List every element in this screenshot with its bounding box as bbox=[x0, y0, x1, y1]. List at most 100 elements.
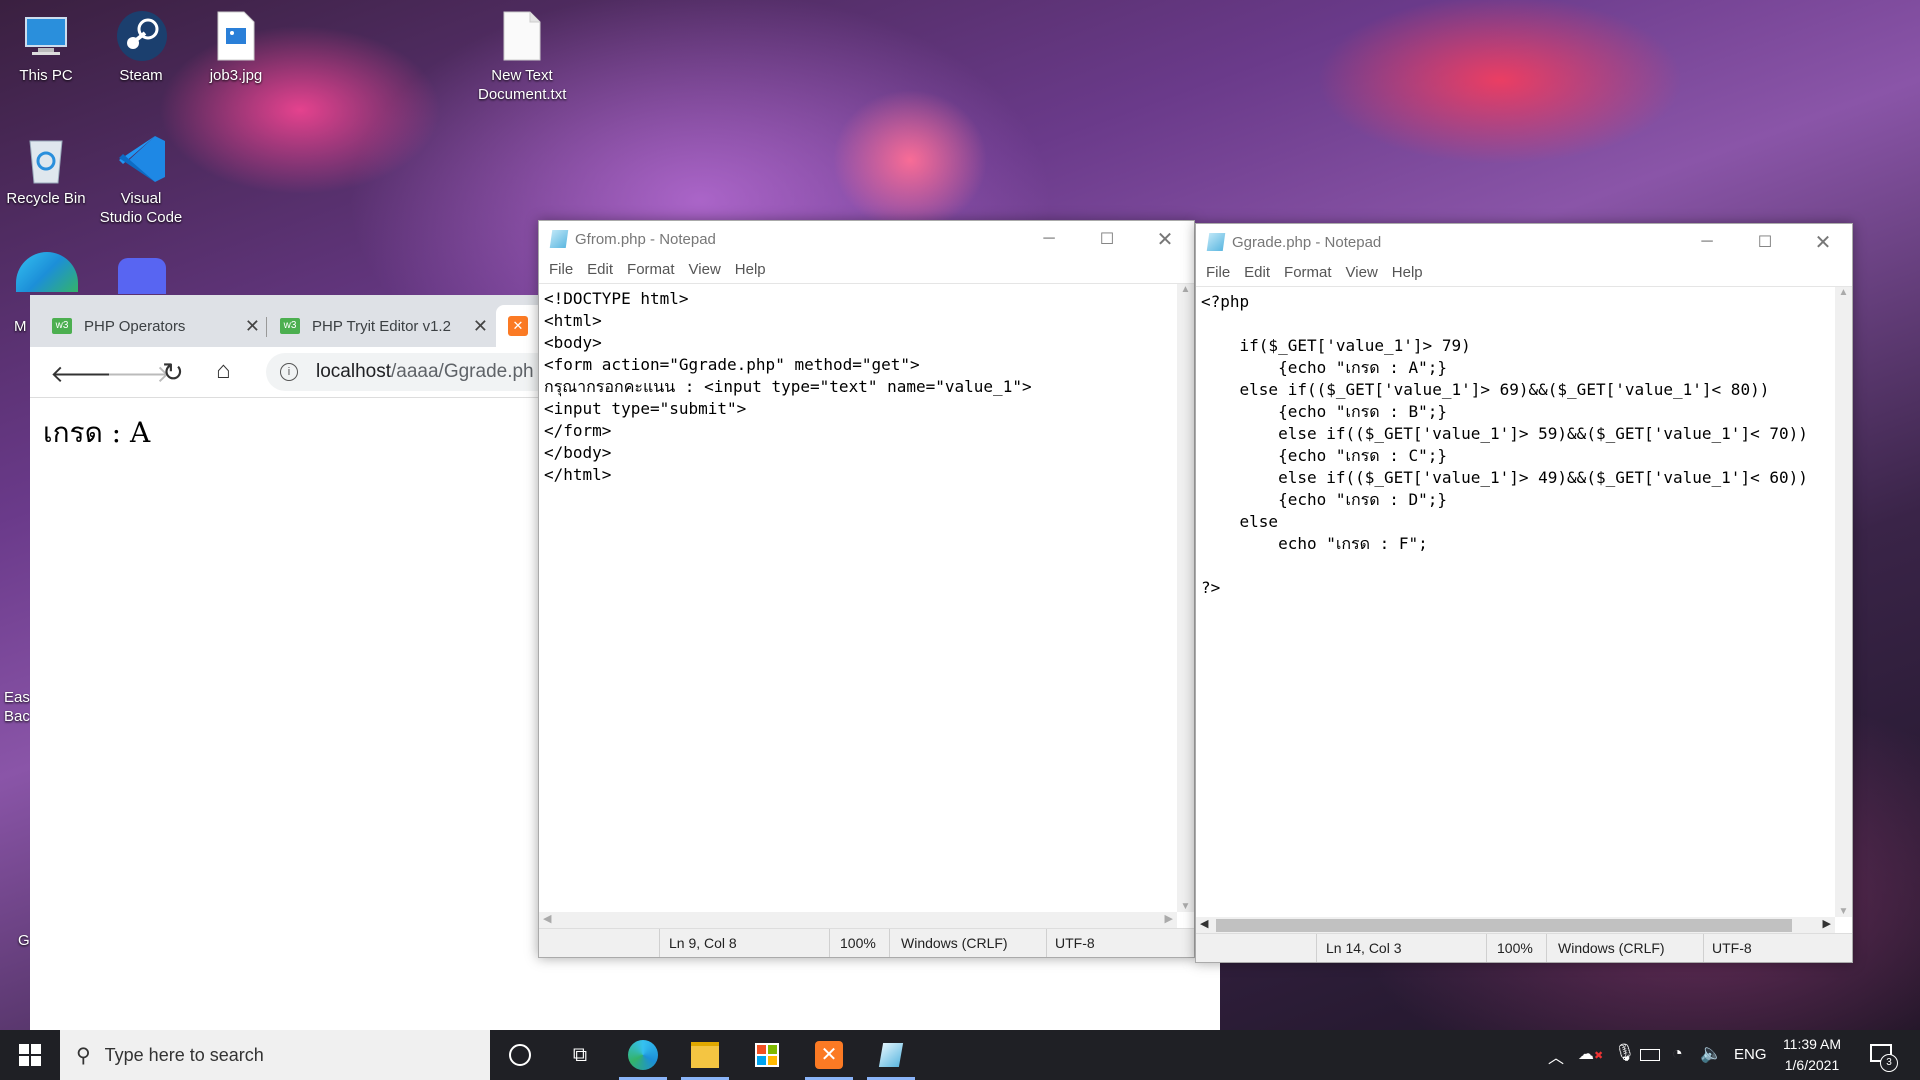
close-button[interactable]: ✕ bbox=[1794, 224, 1852, 260]
taskbar-search-box[interactable]: ⚲ Type here to search bbox=[60, 1030, 490, 1080]
desktop-icon-steam[interactable]: Steam bbox=[98, 10, 184, 85]
icon-label: Steam bbox=[119, 67, 163, 84]
menu-view[interactable]: View bbox=[1346, 264, 1378, 281]
folder-icon bbox=[691, 1042, 719, 1068]
start-button[interactable] bbox=[0, 1030, 60, 1080]
notification-center-button[interactable]: 3 bbox=[1864, 1030, 1920, 1080]
info-icon[interactable]: i bbox=[280, 363, 298, 381]
steam-icon bbox=[115, 10, 167, 62]
tab-php-tryit-editor[interactable]: w3 PHP Tryit Editor v1.2 ✕ bbox=[268, 305, 494, 347]
minimize-button[interactable]: ─ bbox=[1678, 224, 1736, 260]
windows-logo-icon bbox=[19, 1044, 41, 1066]
taskbar-xampp[interactable]: ✕ bbox=[799, 1030, 859, 1080]
close-icon[interactable]: ✕ bbox=[245, 316, 260, 337]
desktop-icon-job3[interactable]: job3.jpg bbox=[193, 10, 279, 85]
text-file-icon bbox=[496, 10, 548, 62]
partial-label: Ease Bac bbox=[4, 689, 39, 725]
horizontal-scroll-thumb[interactable] bbox=[1216, 919, 1792, 932]
menu-help[interactable]: Help bbox=[1392, 264, 1423, 281]
icon-label: New Text Document.txt bbox=[478, 67, 567, 103]
zoom-level: 100% bbox=[840, 935, 876, 951]
status-bar: Ln 14, Col 3 100% Windows (CRLF) UTF-8 bbox=[1196, 933, 1852, 962]
desktop-icon-discord-partial[interactable] bbox=[118, 258, 166, 294]
menu-format[interactable]: Format bbox=[627, 261, 675, 278]
battery-icon[interactable] bbox=[1640, 1049, 1660, 1061]
maximize-button[interactable]: ☐ bbox=[1078, 221, 1136, 257]
taskbar: ⚲ Type here to search ⧉ ✕ ︿ ☁✖ 🎙 ◔ 🔈 ENG… bbox=[0, 1030, 1920, 1080]
code-content[interactable]: <?php if($_GET['value_1']> 79) {echo "เก… bbox=[1196, 287, 1835, 921]
line-ending: Windows (CRLF) bbox=[901, 935, 1008, 951]
tab-label: PHP Tryit Editor v1.2 bbox=[312, 317, 451, 335]
text-editor[interactable]: <!DOCTYPE html> <html> <body> <form acti… bbox=[539, 283, 1194, 912]
cortana-button[interactable] bbox=[490, 1030, 550, 1080]
notepad-icon bbox=[1206, 233, 1226, 251]
onedrive-error-icon[interactable]: ☁✖ bbox=[1578, 1044, 1603, 1064]
clock-time: 11:39 AM bbox=[1782, 1036, 1842, 1052]
chevron-up-icon[interactable]: ▲ bbox=[1835, 287, 1852, 298]
forward-arrow-icon[interactable]: 🡒 bbox=[106, 359, 170, 389]
taskbar-store[interactable] bbox=[737, 1030, 797, 1080]
taskbar-edge[interactable] bbox=[613, 1030, 673, 1080]
menu-format[interactable]: Format bbox=[1284, 264, 1332, 281]
task-view-icon: ⧉ bbox=[572, 1043, 588, 1066]
menu-view[interactable]: View bbox=[689, 261, 721, 278]
desktop-icon-this-pc[interactable]: This PC bbox=[3, 10, 89, 85]
volume-icon[interactable]: 🔈 bbox=[1700, 1043, 1722, 1064]
line-ending: Windows (CRLF) bbox=[1558, 940, 1665, 956]
w3schools-icon: w3 bbox=[52, 318, 72, 334]
cursor-position: Ln 14, Col 3 bbox=[1326, 940, 1402, 956]
chevron-up-icon[interactable]: ▲ bbox=[1177, 284, 1194, 295]
task-view-button[interactable]: ⧉ bbox=[550, 1030, 610, 1080]
menu-edit[interactable]: Edit bbox=[1244, 264, 1270, 281]
chevron-left-icon[interactable]: ◀ bbox=[1200, 917, 1208, 930]
close-icon[interactable]: ✕ bbox=[473, 316, 488, 337]
search-placeholder: Type here to search bbox=[104, 1044, 264, 1065]
menu-file[interactable]: File bbox=[1206, 264, 1230, 281]
store-bag-icon bbox=[755, 1043, 779, 1067]
cortana-circle-icon bbox=[509, 1044, 531, 1066]
xampp-icon: ✕ bbox=[815, 1041, 843, 1069]
chevron-down-icon[interactable]: ▼ bbox=[1177, 901, 1194, 912]
desktop-icon-recycle-bin[interactable]: Recycle Bin bbox=[3, 133, 89, 208]
taskbar-notepad[interactable] bbox=[861, 1030, 921, 1080]
url-host: localhost bbox=[316, 361, 391, 382]
menu-help[interactable]: Help bbox=[735, 261, 766, 278]
menu-file[interactable]: File bbox=[549, 261, 573, 278]
chevron-right-icon[interactable]: ▶ bbox=[1823, 917, 1831, 930]
tab-label: PHP Operators bbox=[84, 317, 186, 335]
menu-bar: File Edit Format View Help bbox=[539, 257, 1194, 281]
grade-result-text: เกรด : A bbox=[43, 416, 151, 449]
code-content[interactable]: <!DOCTYPE html> <html> <body> <form acti… bbox=[539, 284, 1194, 916]
menu-bar: File Edit Format View Help bbox=[1196, 260, 1852, 284]
chevron-up-icon[interactable]: ︿ bbox=[1548, 1044, 1564, 1068]
home-icon[interactable]: ⌂ bbox=[216, 357, 231, 385]
taskbar-file-explorer[interactable] bbox=[675, 1030, 735, 1080]
minimize-button[interactable]: ─ bbox=[1020, 221, 1078, 257]
vertical-scrollbar[interactable]: ▲ ▼ bbox=[1835, 287, 1852, 917]
clock[interactable]: 11:39 AM 1/6/2021 bbox=[1776, 1034, 1848, 1076]
chevron-down-icon[interactable]: ▼ bbox=[1835, 906, 1852, 917]
chevron-right-icon[interactable]: ▶ bbox=[1165, 912, 1173, 925]
text-editor[interactable]: <?php if($_GET['value_1']> 79) {echo "เก… bbox=[1196, 286, 1852, 917]
microphone-icon[interactable]: 🎙 bbox=[1614, 1043, 1636, 1063]
title-bar[interactable]: Gfrom.php - Notepad ─ ☐ ✕ bbox=[539, 221, 1194, 257]
close-button[interactable]: ✕ bbox=[1136, 221, 1194, 257]
language-indicator[interactable]: ENG bbox=[1734, 1046, 1767, 1063]
tab-php-operators[interactable]: w3 PHP Operators ✕ bbox=[38, 305, 264, 347]
title-bar[interactable]: Ggrade.php - Notepad ─ ☐ ✕ bbox=[1196, 224, 1852, 260]
back-arrow-icon[interactable]: 🡐 bbox=[50, 359, 114, 389]
refresh-icon[interactable]: ↻ bbox=[162, 357, 184, 388]
icon-label: Recycle Bin bbox=[6, 190, 86, 207]
icon-label: Visual Studio Code bbox=[99, 190, 183, 226]
menu-edit[interactable]: Edit bbox=[587, 261, 613, 278]
this-pc-icon bbox=[20, 10, 72, 62]
horizontal-scrollbar[interactable]: ◀ ▶ bbox=[539, 912, 1177, 929]
vertical-scrollbar[interactable]: ▲ ▼ bbox=[1177, 284, 1194, 912]
horizontal-scrollbar[interactable]: ◀ ▶ bbox=[1196, 917, 1835, 934]
desktop-icon-new-text-document[interactable]: New Text Document.txt bbox=[478, 10, 566, 104]
desktop-icon-vscode[interactable]: Visual Studio Code bbox=[98, 133, 184, 227]
maximize-button[interactable]: ☐ bbox=[1736, 224, 1794, 260]
wifi-icon[interactable]: ◔ bbox=[1672, 1043, 1683, 1064]
notepad-window-ggrade: Ggrade.php - Notepad ─ ☐ ✕ File Edit For… bbox=[1195, 223, 1853, 963]
chevron-left-icon[interactable]: ◀ bbox=[543, 912, 551, 925]
